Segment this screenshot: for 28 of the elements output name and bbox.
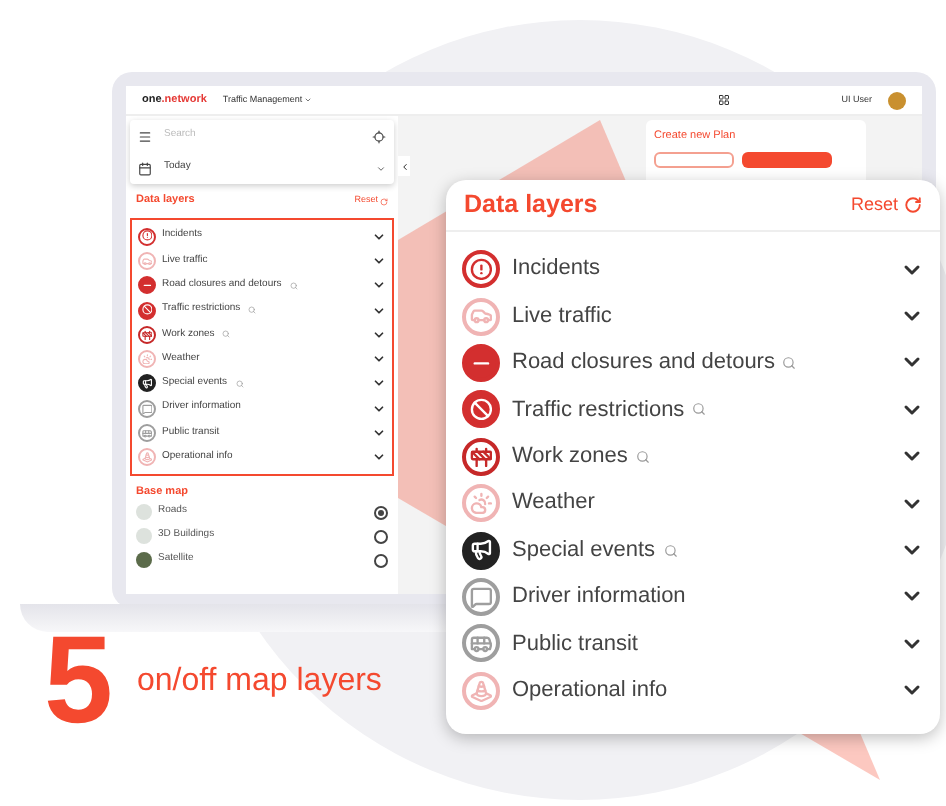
primary-button[interactable] [742, 152, 832, 169]
panel-title: Data layers [464, 188, 598, 223]
layer-label[interactable]: Public transit [512, 627, 638, 661]
layer-label[interactable]: Special events [512, 533, 656, 567]
reset-button[interactable]: Reset [850, 191, 922, 219]
layer-label[interactable]: Road closures and detours [512, 346, 775, 380]
caption-text: on/off map layers [136, 662, 382, 702]
reset-icon [904, 196, 922, 214]
chevron-left-icon [399, 161, 409, 171]
layer-label[interactable]: Incidents [512, 252, 601, 286]
layer-label[interactable]: Operational info [512, 673, 668, 707]
collapse-button[interactable] [398, 156, 410, 176]
avatar[interactable] [888, 91, 906, 109]
layer-label[interactable]: Driver information [512, 580, 686, 614]
radio-button[interactable] [374, 505, 388, 520]
layer-label[interactable]: Live traffic [512, 299, 612, 333]
layer-label[interactable]: Work zones [512, 440, 628, 473]
reset-icon [380, 197, 388, 205]
caret-icon [376, 163, 386, 173]
layer-label[interactable]: Traffic restrictions [512, 393, 685, 427]
calendar-icon [138, 161, 152, 175]
menu-icon[interactable] [138, 129, 152, 143]
radio-button[interactable] [374, 529, 388, 544]
layer-count: 5 [44, 620, 113, 744]
apps-grid-icon[interactable] [717, 94, 730, 106]
radio-button[interactable] [374, 553, 388, 568]
locate-icon[interactable] [372, 129, 386, 143]
layer-label[interactable]: Weather [512, 486, 595, 520]
